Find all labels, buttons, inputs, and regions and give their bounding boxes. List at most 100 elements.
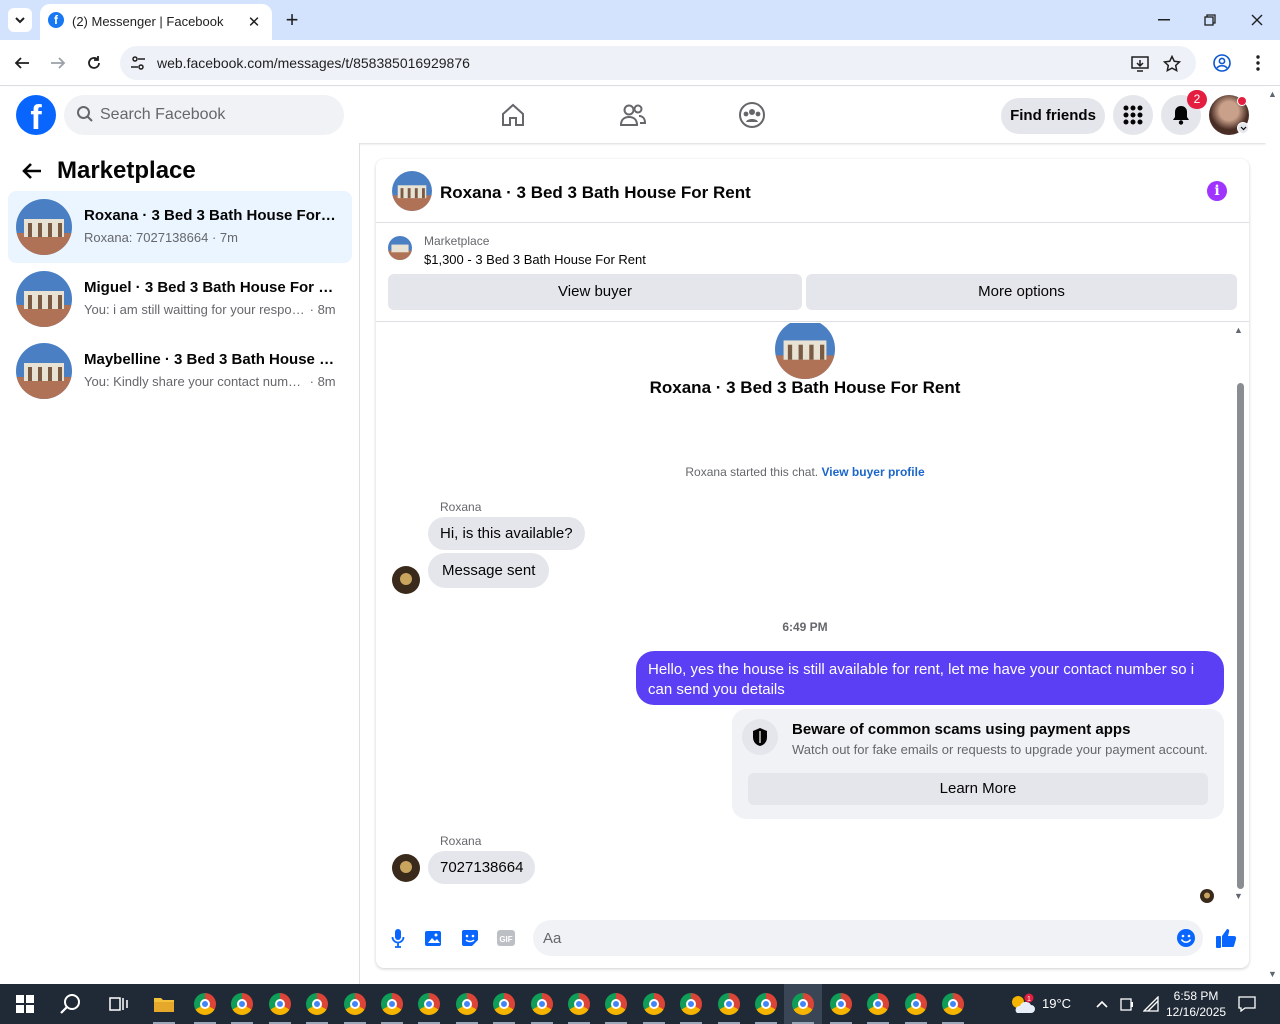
incoming-message[interactable]: Message sent	[428, 553, 550, 588]
system-clock[interactable]: 6:58 PM 12/16/2025	[1166, 988, 1226, 1020]
search-facebook-input[interactable]: Search Facebook	[64, 95, 344, 135]
taskbar-search-button[interactable]	[52, 984, 90, 1024]
account-chevron-icon[interactable]	[1237, 122, 1249, 134]
taskbar-chrome-window[interactable]	[298, 984, 336, 1024]
sticker-icon[interactable]	[459, 927, 481, 949]
taskbar-chrome-window[interactable]	[934, 984, 972, 1024]
new-tab-button[interactable]: +	[280, 7, 304, 32]
taskbar-chrome-window[interactable]	[373, 984, 411, 1024]
taskbar-chrome-window[interactable]	[560, 984, 598, 1024]
taskbar-chrome-window[interactable]	[261, 984, 299, 1024]
restore-button[interactable]	[1194, 8, 1226, 32]
task-view-icon	[109, 997, 128, 1011]
sender-avatar[interactable]	[392, 566, 420, 594]
arrow-right-icon	[51, 57, 66, 69]
attach-photo-icon[interactable]	[423, 927, 445, 949]
page-scroll-up-icon[interactable]: ▲	[1268, 89, 1277, 99]
task-view-button[interactable]	[100, 984, 138, 1024]
more-options-button[interactable]: More options	[806, 274, 1237, 310]
view-buyer-profile-link[interactable]: View buyer profile	[821, 465, 924, 479]
sender-name: Roxana	[440, 500, 482, 514]
menu-button[interactable]	[1113, 95, 1153, 135]
scroll-up-arrow-icon[interactable]: ▲	[1234, 325, 1243, 335]
view-buyer-button[interactable]: View buyer	[388, 274, 802, 310]
taskbar-chrome-window[interactable]	[897, 984, 935, 1024]
scroll-down-arrow-icon[interactable]: ▼	[1234, 891, 1243, 901]
taskbar-chrome-window[interactable]	[410, 984, 448, 1024]
chat-listing-avatar[interactable]	[392, 171, 432, 211]
gif-icon[interactable]: GIF	[495, 927, 517, 949]
taskbar-chrome-window[interactable]	[223, 984, 261, 1024]
install-app-icon[interactable]	[1130, 54, 1150, 74]
microphone-icon[interactable]	[387, 927, 409, 949]
outgoing-message[interactable]: Hello, yes the house is still available …	[636, 651, 1224, 705]
close-window-button[interactable]	[1241, 8, 1273, 32]
nav-friends[interactable]	[613, 95, 653, 135]
browser-menu-button[interactable]	[1246, 51, 1270, 75]
weather-temperature[interactable]: 19°C	[1042, 996, 1071, 1011]
sender-avatar[interactable]	[392, 854, 420, 882]
nav-groups[interactable]	[732, 95, 772, 135]
browser-tab[interactable]: f (2) Messenger | Facebook ✕	[40, 4, 272, 40]
taskbar-chrome-window[interactable]	[710, 984, 748, 1024]
page-scroll-down-icon[interactable]: ▼	[1268, 969, 1277, 979]
chrome-icon	[942, 993, 964, 1015]
taskbar-chrome-window[interactable]	[336, 984, 374, 1024]
conversation-item-roxana[interactable]: Roxana · 3 Bed 3 Bath House For Rent Rox…	[8, 191, 352, 263]
message-input[interactable]: Aa	[533, 920, 1203, 956]
chrome-icon	[493, 993, 516, 1015]
thumbs-up-icon[interactable]	[1215, 927, 1237, 949]
taskbar-chrome-window[interactable]	[859, 984, 897, 1024]
folder-icon	[154, 998, 174, 1012]
forward-button[interactable]	[46, 51, 70, 75]
taskbar-chrome-window[interactable]	[186, 984, 224, 1024]
page-scrollbar[interactable]: ▲ ▼	[1266, 87, 1280, 984]
taskbar-chrome-window[interactable]	[747, 984, 785, 1024]
taskbar-chrome-window[interactable]	[784, 984, 823, 1024]
taskbar-chrome-window[interactable]	[822, 984, 860, 1024]
back-button[interactable]	[10, 51, 34, 75]
taskbar-chrome-window[interactable]	[672, 984, 710, 1024]
tab-search-button[interactable]	[8, 8, 32, 32]
chevron-up-icon[interactable]	[1094, 996, 1110, 1012]
taskbar-chrome-window[interactable]	[597, 984, 635, 1024]
start-button[interactable]	[6, 984, 44, 1024]
back-arrow-icon[interactable]	[20, 159, 44, 183]
message-input-placeholder: Aa	[543, 930, 562, 947]
windows-taskbar: 1 19°C 6:58 PM 12/16/2025	[0, 984, 1280, 1024]
weather-icon[interactable]: 1	[1008, 990, 1036, 1018]
scam-warning-title: Beware of common scams using payment app…	[792, 721, 1131, 738]
taskbar-chrome-window[interactable]	[523, 984, 561, 1024]
message-thread: Roxana · 3 Bed 3 Bath House For Rent Rox…	[376, 323, 1249, 905]
emoji-icon[interactable]	[1175, 927, 1197, 949]
chat-title[interactable]: Roxana · 3 Bed 3 Bath House For Rent	[440, 183, 751, 203]
reload-button[interactable]	[82, 51, 106, 75]
wifi-icon[interactable]	[1142, 995, 1160, 1013]
listing-price-title[interactable]: $1,300 - 3 Bed 3 Bath House For Rent	[424, 252, 646, 267]
conversation-item-miguel[interactable]: Miguel · 3 Bed 3 Bath House For Rent You…	[8, 263, 352, 335]
nav-home[interactable]	[493, 95, 533, 135]
taskbar-chrome-window[interactable]	[485, 984, 523, 1024]
taskbar-chrome-window[interactable]	[448, 984, 486, 1024]
message-scrollbar[interactable]	[1237, 383, 1244, 889]
incoming-message[interactable]: 7027138664	[428, 851, 536, 884]
listing-small-thumbnail[interactable]	[388, 236, 412, 260]
incoming-message[interactable]: Hi, is this available?	[428, 517, 585, 550]
site-settings-icon[interactable]	[128, 53, 148, 73]
file-explorer-button[interactable]	[145, 984, 183, 1024]
notification-center-icon[interactable]	[1236, 994, 1258, 1014]
facebook-logo[interactable]: f	[16, 95, 56, 137]
close-tab-icon[interactable]: ✕	[244, 12, 264, 32]
minimize-button[interactable]	[1148, 8, 1180, 32]
find-friends-button[interactable]: Find friends	[1001, 98, 1105, 134]
info-icon[interactable]: i	[1207, 181, 1227, 201]
learn-more-button[interactable]: Learn More	[748, 773, 1208, 805]
battery-icon[interactable]	[1118, 995, 1136, 1013]
chrome-icon	[194, 993, 216, 1015]
bookmark-star-icon[interactable]	[1162, 54, 1182, 74]
taskbar-chrome-window[interactable]	[635, 984, 673, 1024]
profile-menu-button[interactable]	[1210, 51, 1234, 75]
home-icon	[502, 103, 524, 126]
conversation-item-maybelline[interactable]: Maybelline · 3 Bed 3 Bath House For Rent…	[8, 335, 352, 407]
address-bar[interactable]: web.facebook.com/messages/t/858385016929…	[120, 46, 1196, 80]
